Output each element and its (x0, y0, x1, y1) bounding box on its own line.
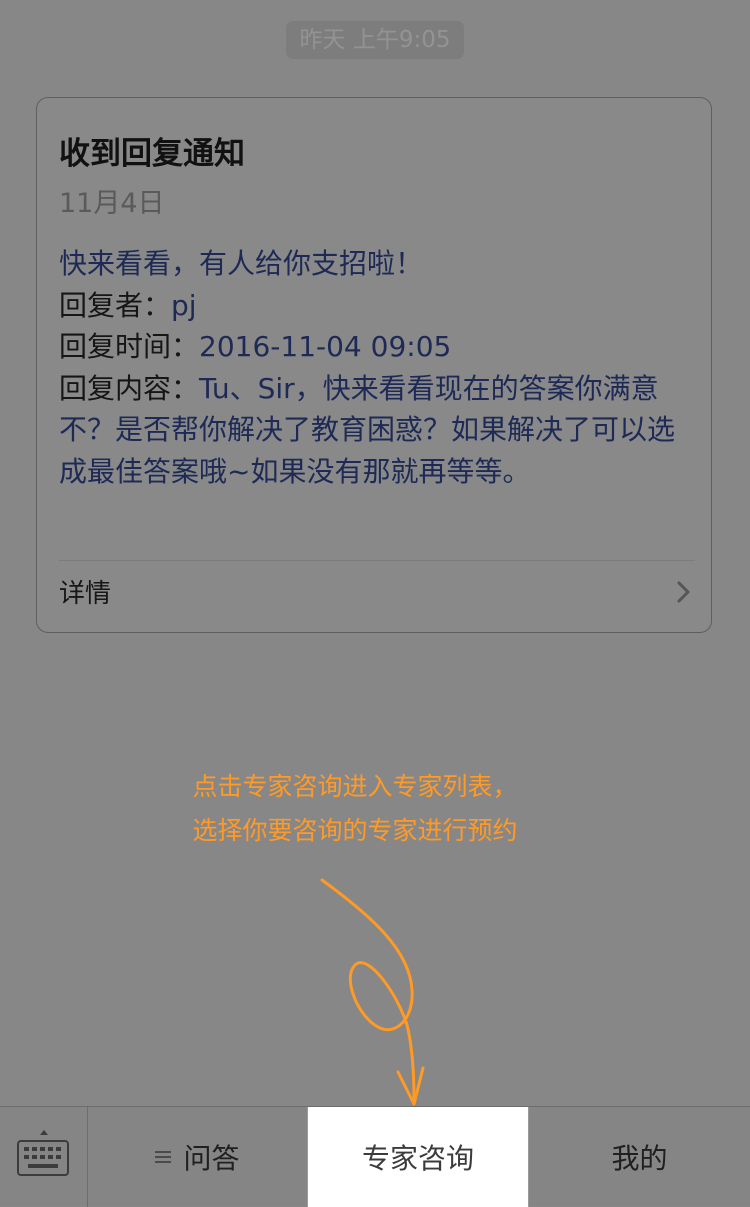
keyboard-icon (17, 1130, 69, 1176)
reply-time-value: 2016-11-04 09:05 (199, 330, 452, 363)
replier-label: 回复者： (59, 288, 172, 322)
message-timestamp: 昨天 上午9:05 (286, 21, 464, 59)
replier-line: 回复者：pj (59, 285, 689, 327)
tab-expert-consultation[interactable]: 专家咨询 (307, 1107, 529, 1207)
card-title: 收到回复通知 (59, 136, 245, 172)
hint-line-1: 点击专家咨询进入专家列表， (192, 772, 518, 801)
tab-mine-label: 我的 (611, 1142, 668, 1175)
chevron-right-icon (677, 581, 690, 603)
bottom-tab-bar: 问答 专家咨询 我的 (0, 1106, 750, 1207)
tab-qa[interactable]: 问答 (88, 1107, 307, 1207)
tab-mine[interactable]: 我的 (529, 1107, 750, 1207)
reply-notification-card[interactable]: 收到回复通知 11月4日 快来看看，有人给你支招啦！ 回复者：pj 回复时间：2… (36, 97, 712, 633)
reply-content-label: 回复内容： (59, 371, 200, 405)
reply-time-line: 回复时间：2016-11-04 09:05 (59, 326, 689, 368)
reply-content-line: 回复内容：Tu、Sir，快来看看现在的答案你满意不？是否帮你解决了教育困惑？如果… (59, 368, 689, 493)
card-body: 快来看看，有人给你支招啦！ 回复者：pj 回复时间：2016-11-04 09:… (59, 243, 689, 492)
details-label: 详情 (59, 579, 112, 609)
replier-value: pj (171, 288, 197, 322)
card-date: 11月4日 (59, 188, 165, 219)
tab-expert-label: 专家咨询 (361, 1142, 474, 1175)
keyboard-toggle-button[interactable] (0, 1107, 88, 1207)
tab-qa-label: 问答 (183, 1142, 240, 1175)
hand-drawn-arrow-icon (320, 878, 425, 1106)
menu-icon (155, 1151, 172, 1163)
hint-line-2: 选择你要咨询的专家进行预约 (192, 816, 518, 845)
reply-time-label: 回复时间： (59, 330, 200, 363)
details-link[interactable]: 详情 (37, 561, 711, 633)
card-intro: 快来看看，有人给你支招啦！ (59, 247, 424, 280)
